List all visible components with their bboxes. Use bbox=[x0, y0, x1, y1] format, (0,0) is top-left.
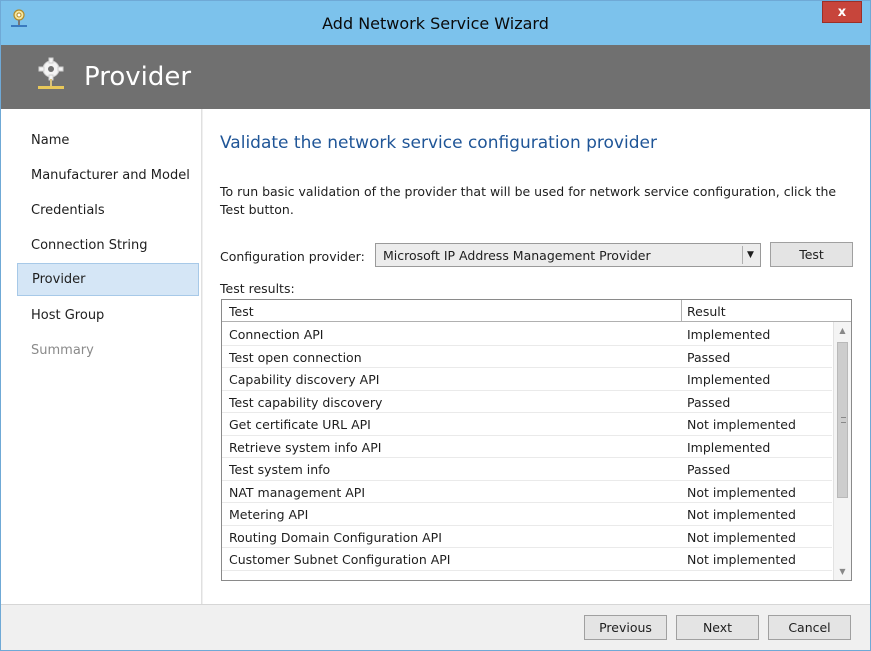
cell-result: Passed bbox=[687, 462, 731, 477]
wizard-steps-nav: Name Manufacturer and Model Credentials … bbox=[1, 109, 202, 604]
config-provider-value: Microsoft IP Address Management Provider bbox=[383, 247, 651, 263]
table-row[interactable]: Capability discovery API Implemented bbox=[222, 368, 832, 391]
window-title: Add Network Service Wizard bbox=[322, 13, 549, 33]
table-row[interactable]: Test capability discovery Passed bbox=[222, 391, 832, 413]
page-title: Provider bbox=[84, 62, 192, 92]
config-provider-label: Configuration provider: bbox=[220, 249, 365, 264]
scroll-up-icon[interactable]: ▲ bbox=[834, 322, 851, 339]
column-divider[interactable] bbox=[681, 300, 682, 322]
grip-icon bbox=[841, 417, 846, 423]
cell-test: Capability discovery API bbox=[229, 372, 380, 387]
test-results-label: Test results: bbox=[220, 281, 295, 296]
cell-result: Implemented bbox=[687, 372, 771, 387]
nav-item-label: Name bbox=[31, 133, 70, 148]
nav-item-name[interactable]: Name bbox=[17, 124, 199, 157]
table-row[interactable]: Customer Subnet Configuration API Not imp… bbox=[222, 548, 832, 571]
page-banner: Provider bbox=[1, 45, 870, 109]
cell-result: Not implemented bbox=[687, 484, 796, 500]
cell-test: Get certificate URL API bbox=[229, 417, 371, 432]
cell-test: Test system info bbox=[229, 462, 331, 477]
cell-result: Not implemented bbox=[687, 552, 796, 567]
test-results-table[interactable]: Test Result Connection API Implemented Tes… bbox=[221, 299, 852, 581]
table-row[interactable]: Get certificate URL API Not implemented bbox=[222, 413, 832, 436]
cell-test: Routing Domain Configuration API bbox=[229, 529, 442, 545]
scroll-down-icon[interactable]: ▼ bbox=[834, 563, 851, 580]
nav-item-label: Summary bbox=[31, 343, 94, 358]
close-icon: x bbox=[837, 4, 847, 20]
cell-test: Customer Subnet Configuration API bbox=[229, 552, 451, 567]
nav-item-label: Credentials bbox=[31, 203, 105, 218]
table-row[interactable]: Test open connection Passed bbox=[222, 346, 832, 368]
provider-gear-icon bbox=[38, 57, 64, 89]
title-bar: Add Network Service Wizard x bbox=[1, 1, 870, 45]
cell-test: Test capability discovery bbox=[229, 394, 383, 410]
dropdown-arrow-icon[interactable]: ▼ bbox=[742, 246, 758, 264]
config-provider-dropdown[interactable]: Microsoft IP Address Management Provider… bbox=[375, 243, 761, 267]
instructions-text: To run basic validation of the provider … bbox=[220, 184, 837, 217]
nav-item-label: Host Group bbox=[31, 308, 105, 323]
nav-item-connection-string[interactable]: Connection String bbox=[17, 229, 199, 262]
table-row[interactable]: Routing Domain Configuration API Not impl… bbox=[222, 526, 832, 548]
cell-test: Connection API bbox=[229, 327, 324, 342]
cell-test: Test open connection bbox=[229, 349, 362, 365]
cell-result: Not implemented bbox=[687, 507, 796, 522]
cancel-button[interactable]: Cancel bbox=[768, 615, 851, 640]
test-button[interactable]: Test bbox=[770, 242, 853, 267]
nav-item-summary: Summary bbox=[17, 334, 199, 367]
column-header-test[interactable]: Test bbox=[229, 304, 254, 319]
nav-item-provider[interactable]: Provider bbox=[17, 263, 199, 296]
wizard-window: Add Network Service Wizard x Provider Na… bbox=[0, 0, 871, 651]
scroll-thumb[interactable] bbox=[837, 342, 848, 498]
next-button[interactable]: Next bbox=[676, 615, 759, 640]
network-service-icon bbox=[11, 9, 27, 27]
column-header-result[interactable]: Result bbox=[687, 304, 726, 319]
table-row[interactable]: Retrieve system info API Implemented bbox=[222, 436, 832, 458]
table-row[interactable]: Connection API Implemented bbox=[222, 323, 832, 346]
previous-button[interactable]: Previous bbox=[584, 615, 667, 640]
cell-test: Retrieve system info API bbox=[229, 439, 382, 455]
cell-result: Passed bbox=[687, 394, 731, 410]
table-header: Test Result bbox=[222, 300, 851, 322]
table-row[interactable]: NAT management API Not implemented bbox=[222, 481, 832, 503]
main-content: Validate the network service configurati… bbox=[203, 109, 870, 604]
nav-item-credentials[interactable]: Credentials bbox=[17, 194, 199, 227]
close-button[interactable]: x bbox=[822, 1, 862, 23]
cell-result: Implemented bbox=[687, 439, 771, 455]
section-heading: Validate the network service configurati… bbox=[220, 133, 657, 153]
table-row[interactable]: Metering API Not implemented bbox=[222, 503, 832, 526]
nav-item-label: Provider bbox=[32, 272, 86, 287]
wizard-footer: Previous Next Cancel bbox=[1, 604, 870, 650]
nav-item-label: Manufacturer and Model bbox=[31, 168, 190, 183]
vertical-scrollbar[interactable]: ▲ ▼ bbox=[833, 322, 851, 580]
cell-result: Not implemented bbox=[687, 529, 796, 545]
nav-item-label: Connection String bbox=[31, 238, 148, 253]
nav-item-host-group[interactable]: Host Group bbox=[17, 299, 199, 332]
cell-result: Implemented bbox=[687, 327, 771, 342]
cell-result: Not implemented bbox=[687, 417, 796, 432]
nav-item-manufacturer-and-model[interactable]: Manufacturer and Model bbox=[17, 159, 199, 192]
cell-test: Metering API bbox=[229, 507, 309, 522]
cell-test: NAT management API bbox=[229, 484, 366, 500]
cell-result: Passed bbox=[687, 349, 731, 365]
table-row[interactable]: Test system info Passed bbox=[222, 458, 832, 481]
